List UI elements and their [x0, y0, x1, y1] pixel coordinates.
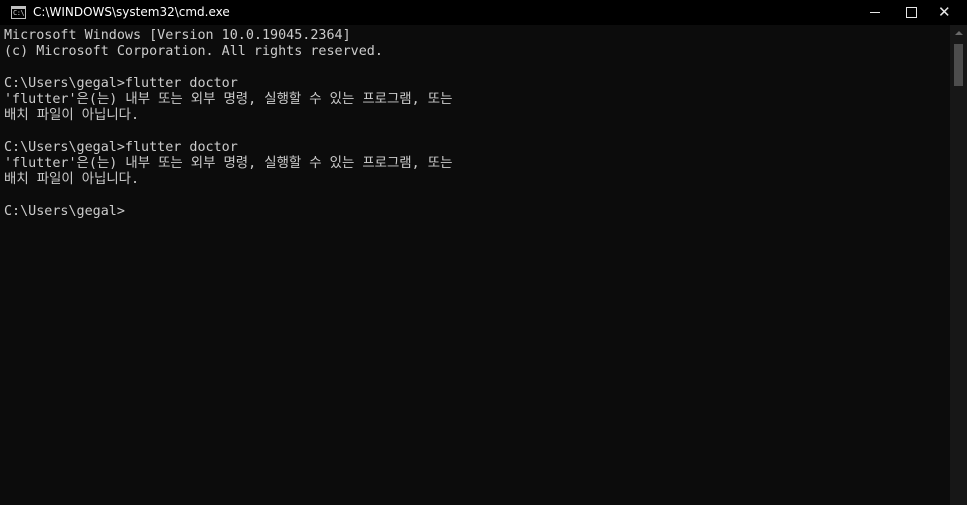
- console-line: Microsoft Windows [Version 10.0.19045.23…: [4, 28, 351, 43]
- console-line: (c) Microsoft Corporation. All rights re…: [4, 44, 383, 59]
- cmd-icon[interactable]: C:\: [11, 6, 26, 19]
- window-title: C:\WINDOWS\system32\cmd.exe: [33, 5, 230, 19]
- console-line: C:\Users\gegal>flutter doctor: [4, 76, 238, 91]
- console-line: 배치 파일이 아닙니다.: [4, 172, 140, 187]
- scroll-up-button[interactable]: [950, 25, 967, 42]
- close-button[interactable]: ✕: [921, 0, 967, 25]
- title-bar[interactable]: C:\ C:\WINDOWS\system32\cmd.exe ✕: [0, 0, 967, 25]
- minimize-icon: [870, 12, 880, 13]
- vertical-scrollbar[interactable]: [950, 25, 967, 505]
- arrow-up-icon: [955, 31, 963, 35]
- console-prompt[interactable]: C:\Users\gegal>: [4, 204, 950, 220]
- console-output[interactable]: Microsoft Windows [Version 10.0.19045.23…: [0, 25, 950, 505]
- cmd-window: C:\ C:\WINDOWS\system32\cmd.exe ✕ Micros…: [0, 0, 967, 505]
- console-line: 배치 파일이 아닙니다.: [4, 108, 140, 123]
- console-line: C:\Users\gegal>flutter doctor: [4, 140, 238, 155]
- maximize-icon: [906, 7, 917, 18]
- console-line: 'flutter'은(는) 내부 또는 외부 명령, 실행할 수 있는 프로그램…: [4, 156, 453, 171]
- console-line: 'flutter'은(는) 내부 또는 외부 명령, 실행할 수 있는 프로그램…: [4, 92, 453, 107]
- cmd-icon-glyph: C:\: [13, 9, 25, 17]
- close-icon: ✕: [938, 3, 951, 21]
- scrollbar-thumb[interactable]: [954, 44, 963, 86]
